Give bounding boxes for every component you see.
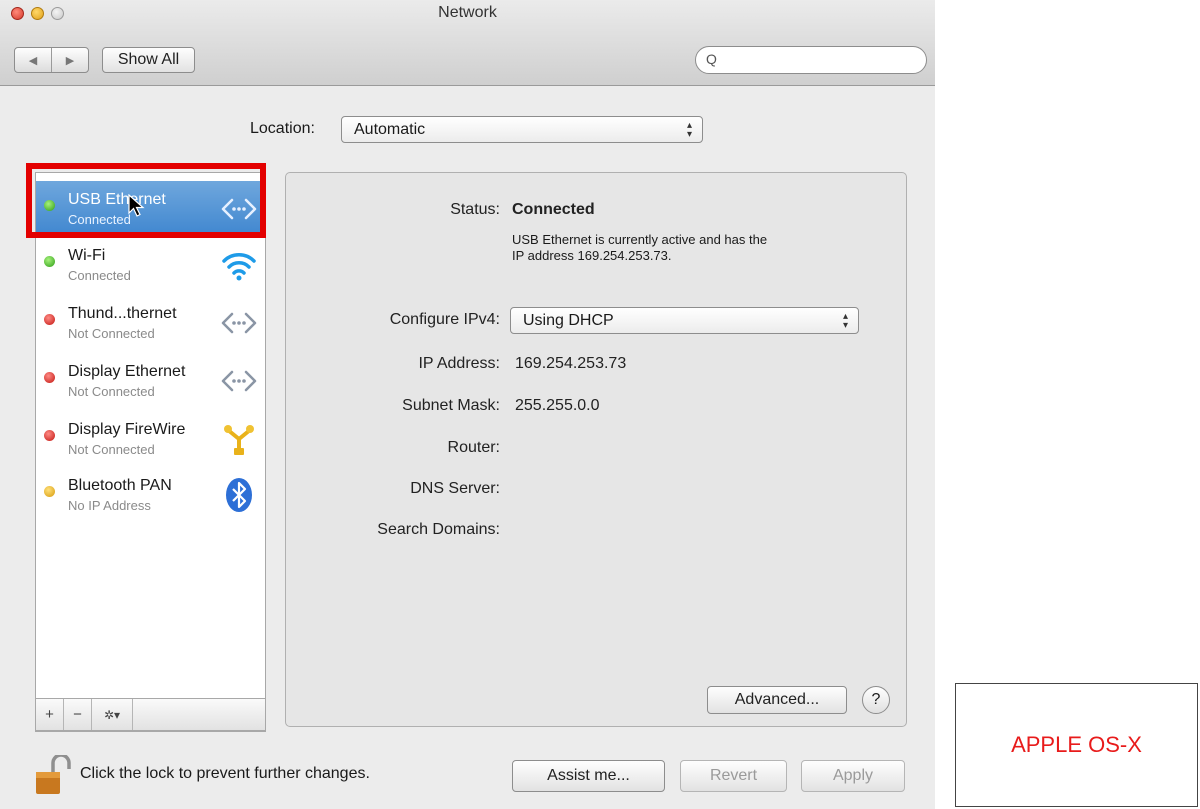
advanced-button[interactable]: Advanced...: [707, 686, 847, 714]
status-description-line: USB Ethernet is currently active and has…: [512, 232, 768, 247]
bluetooth-icon: [226, 478, 252, 512]
service-name: Bluetooth PAN: [68, 477, 172, 494]
configure-ipv4-select[interactable]: Using DHCP ▴ ▾: [510, 307, 859, 334]
service-item-display-firewire[interactable]: Display FireWire Not Connected: [36, 411, 265, 467]
service-item-thunderbolt-ethernet[interactable]: Thund...thernet Not Connected: [36, 295, 265, 351]
add-service-button[interactable]: +: [36, 699, 64, 730]
revert-button[interactable]: Revert: [680, 760, 787, 792]
status-dot: [44, 486, 55, 497]
status-label: Status:: [450, 201, 500, 218]
back-forward-control: ◀ ▶: [14, 47, 89, 73]
show-all-button[interactable]: Show All: [102, 47, 195, 73]
network-preferences-window: Network ◀ ▶ Show All Q Location: Automat…: [0, 0, 935, 809]
status-dot: [44, 430, 55, 441]
service-list-actions: + − ✲▾: [35, 698, 266, 731]
service-status: Not Connected: [68, 326, 155, 341]
service-item-wifi[interactable]: Wi-Fi Connected: [36, 237, 265, 293]
status-dot: [44, 314, 55, 325]
select-arrows-icon: ▴ ▾: [686, 119, 692, 140]
firewire-icon: [224, 425, 254, 455]
caption-text: APPLE OS-X: [1011, 732, 1142, 757]
service-name: Display Ethernet: [68, 363, 186, 380]
subnet-mask-label: Subnet Mask:: [402, 397, 500, 414]
location-value: Automatic: [354, 120, 426, 138]
service-status: Not Connected: [68, 442, 155, 457]
highlight-box: [26, 163, 266, 238]
status-dot: [44, 256, 55, 267]
location-select[interactable]: Automatic ▴ ▾: [341, 116, 703, 143]
select-arrows-icon: ▴ ▾: [842, 310, 848, 331]
help-button[interactable]: ?: [862, 686, 890, 714]
search-domains-label: Search Domains:: [377, 521, 500, 538]
caption-box: APPLE OS-X: [955, 683, 1198, 807]
window-title: Network: [438, 4, 497, 21]
service-item-bluetooth-pan[interactable]: Bluetooth PAN No IP Address: [36, 467, 265, 523]
service-status: Not Connected: [68, 384, 155, 399]
service-name: Display FireWire: [68, 421, 186, 438]
wifi-icon: [222, 253, 256, 281]
service-item-display-ethernet[interactable]: Display Ethernet Not Connected: [36, 353, 265, 409]
back-button[interactable]: ◀: [15, 48, 52, 72]
service-status: Connected: [68, 268, 131, 283]
status-description: USB Ethernet is currently active and has…: [512, 232, 852, 264]
forward-button[interactable]: ▶: [52, 48, 88, 72]
assist-me-button[interactable]: Assist me...: [512, 760, 665, 792]
dns-server-label: DNS Server:: [410, 480, 500, 497]
apply-button[interactable]: Apply: [801, 760, 905, 792]
service-name: Thund...thernet: [68, 305, 177, 322]
status-value: Connected: [512, 201, 595, 218]
ip-address-label: IP Address:: [418, 355, 500, 372]
service-list: USB Ethernet Connected Wi-Fi Connected T…: [35, 172, 266, 732]
service-status: No IP Address: [68, 498, 151, 513]
lock-message: Click the lock to prevent further change…: [80, 765, 370, 782]
search-field[interactable]: Q: [695, 46, 927, 74]
ip-address-value: 169.254.253.73: [515, 355, 627, 372]
service-name: Wi-Fi: [68, 247, 106, 264]
mouse-cursor-icon: [128, 194, 145, 217]
ethernet-arrows-icon: [221, 370, 257, 392]
remove-service-button[interactable]: −: [64, 699, 92, 730]
gear-menu-button[interactable]: ✲▾: [92, 699, 133, 730]
configure-ipv4-label: Configure IPv4:: [389, 311, 500, 328]
status-description-line: IP address 169.254.253.73.: [512, 248, 672, 263]
router-label: Router:: [447, 439, 500, 456]
ethernet-arrows-icon: [221, 312, 257, 334]
subnet-mask-value: 255.255.0.0: [515, 397, 600, 414]
location-label: Location:: [250, 120, 315, 137]
lock-icon[interactable]: [33, 755, 71, 797]
configure-ipv4-value: Using DHCP: [523, 311, 614, 329]
status-dot: [44, 372, 55, 383]
window-titlebar: Network ◀ ▶ Show All Q: [0, 0, 935, 86]
search-icon: Q: [706, 51, 717, 67]
